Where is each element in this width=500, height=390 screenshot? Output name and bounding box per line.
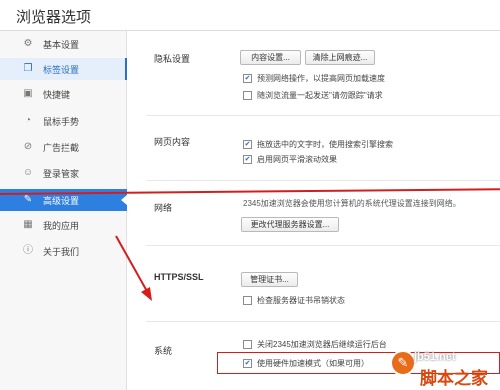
section-divider — [146, 180, 500, 181]
option-label: 拖放选中的文字时，使用搜索引擎搜索 — [257, 140, 393, 149]
sidebar-item-adblock[interactable]: ⊘ 广告拦截 — [0, 136, 127, 158]
user-icon: ☺ — [22, 167, 34, 178]
apps-icon: ▦ — [23, 219, 33, 230]
block-icon: ⊘ — [23, 141, 33, 152]
settings-content: 隐私设置 内容设置... 清除上网痕迹... ✔ 预测网络操作，以提高网页加载速… — [128, 31, 500, 390]
https-section-label: HTTPS/SSL — [154, 272, 204, 282]
sidebar: ⚙ 基本设置 ❐ 标签设置 ▣ 快捷键 ◔ 鼠标手势 ⊘ 广告拦截 ☺ 登录管家… — [0, 31, 127, 390]
content-settings-button[interactable]: 内容设置... — [240, 50, 301, 65]
sidebar-item-label: 登录管家 — [43, 168, 80, 179]
section-divider — [146, 115, 500, 116]
mouse-icon: ◔ — [24, 115, 32, 126]
change-proxy-button[interactable]: 更改代理服务器设置... — [241, 217, 339, 232]
info-icon: ⓘ — [23, 245, 33, 256]
sidebar-item-label: 鼠标手势 — [43, 116, 80, 127]
sidebar-item-my-apps[interactable]: ▦ 我的应用 — [0, 214, 127, 236]
sidebar-item-mouse-gestures[interactable]: ◔ 鼠标手势 — [0, 110, 127, 132]
privacy-section-label: 隐私设置 — [154, 54, 191, 64]
checkbox-unchecked[interactable] — [243, 296, 252, 305]
clear-browsing-data-button[interactable]: 清除上网痕迹... — [305, 50, 375, 65]
sidebar-item-shortcuts[interactable]: ▣ 快捷键 — [0, 83, 127, 105]
predict-network-option[interactable]: ✔ 预测网络操作，以提高网页加载速度 — [243, 73, 385, 84]
background-run-option[interactable]: 关闭2345加速浏览器后继续运行后台 — [243, 339, 387, 350]
sidebar-item-label: 关于我们 — [43, 246, 80, 257]
sidebar-item-label: 标签设置 — [43, 64, 80, 75]
sidebar-item-tabs[interactable]: ❐ 标签设置 — [0, 58, 127, 80]
option-label: 随浏览流量一起发送"请勿跟踪"请求 — [257, 91, 383, 100]
option-label: 关闭2345加速浏览器后继续运行后台 — [257, 340, 387, 349]
sidebar-item-login-manager[interactable]: ☺ 登录管家 — [0, 162, 127, 184]
keyboard-icon: ▣ — [23, 88, 33, 99]
section-divider — [146, 321, 500, 322]
selection-caret — [121, 195, 127, 205]
watermark-site: jb51.net — [414, 351, 456, 363]
window-title: 浏览器选项 — [16, 9, 92, 26]
watermark-name: 脚本之家 — [420, 369, 488, 388]
system-section-label: 系统 — [154, 346, 173, 356]
option-label: 预测网络操作，以提高网页加载速度 — [257, 74, 385, 83]
smooth-scroll-option[interactable]: ✔ 启用网页平滑滚动效果 — [243, 154, 337, 165]
checkbox-unchecked[interactable] — [243, 340, 252, 349]
checkbox-checked[interactable]: ✔ — [243, 140, 252, 149]
sidebar-item-label: 快捷键 — [43, 89, 71, 100]
network-section-label: 网络 — [154, 203, 173, 213]
webcontent-section-label: 网页内容 — [154, 137, 191, 147]
option-label: 启用网页平滑滚动效果 — [257, 155, 337, 164]
network-description: 2345加速浏览器会使用您计算机的系统代理设置连接到网络。 — [243, 199, 461, 208]
sidebar-item-label: 基本设置 — [43, 39, 80, 50]
sidebar-item-label: 我的应用 — [43, 220, 80, 231]
option-label: 检查服务器证书吊销状态 — [257, 296, 345, 305]
sidebar-item-label: 高级设置 — [43, 195, 80, 206]
gear-icon: ⚙ — [23, 38, 33, 49]
sidebar-item-basic[interactable]: ⚙ 基本设置 — [0, 33, 127, 55]
tabs-icon: ❐ — [23, 63, 33, 74]
checkbox-checked[interactable]: ✔ — [243, 155, 252, 164]
do-not-track-option[interactable]: 随浏览流量一起发送"请勿跟踪"请求 — [243, 90, 383, 101]
certificate-revocation-option[interactable]: 检查服务器证书吊销状态 — [243, 295, 345, 306]
manage-certificates-button[interactable]: 管理证书... — [241, 272, 298, 287]
checkbox-checked[interactable]: ✔ — [243, 74, 252, 83]
section-divider — [146, 245, 500, 246]
sidebar-item-label: 广告拦截 — [43, 142, 80, 153]
sidebar-item-about[interactable]: ⓘ 关于我们 — [0, 240, 127, 262]
wrench-icon: ✎ — [23, 194, 33, 205]
checkbox-unchecked[interactable] — [243, 91, 252, 100]
watermark-logo-icon: ✎ — [390, 350, 416, 376]
drag-search-option[interactable]: ✔ 拖放选中的文字时，使用搜索引擎搜索 — [243, 139, 393, 150]
